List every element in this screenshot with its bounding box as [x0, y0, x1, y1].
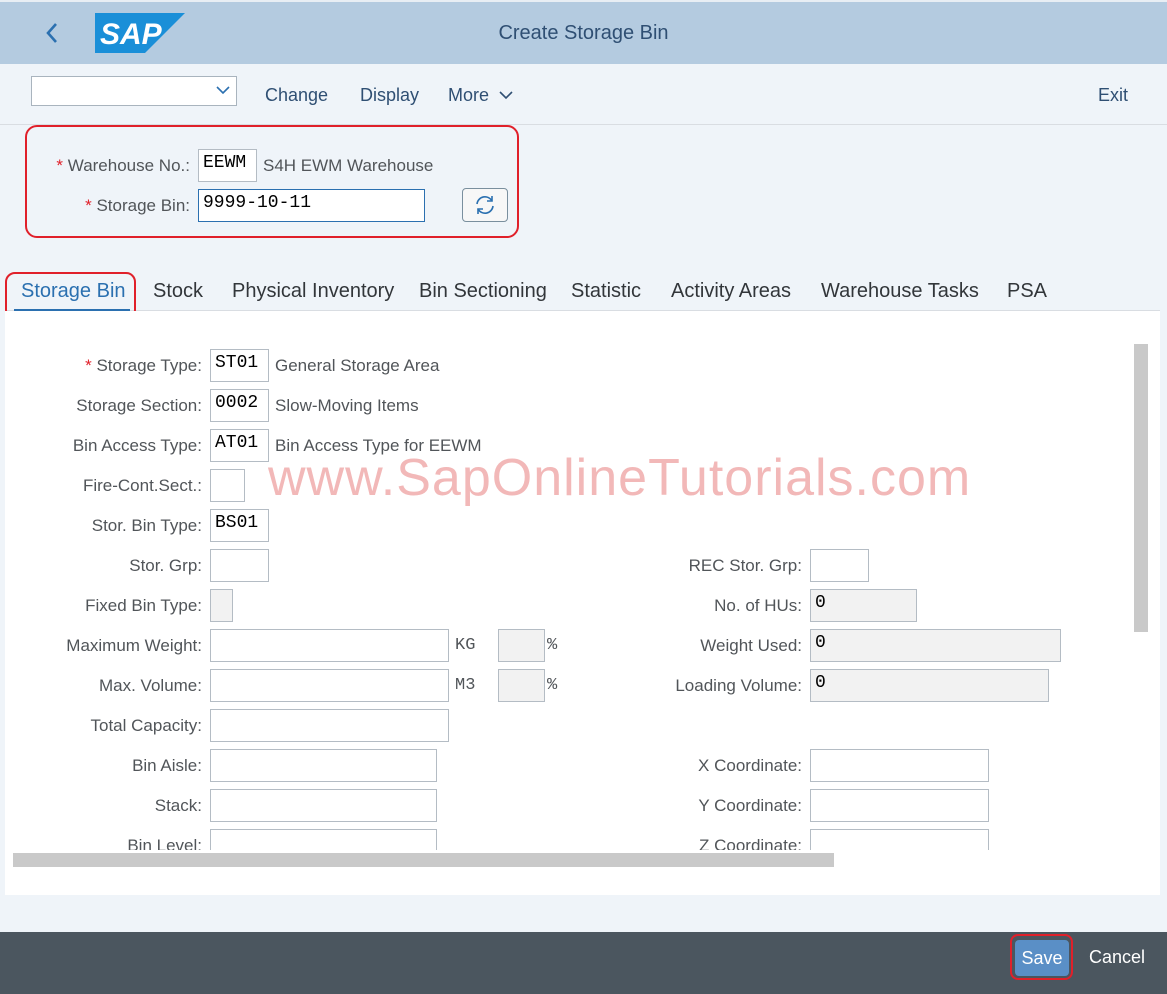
- change-button[interactable]: Change: [265, 85, 328, 106]
- page-title: Create Storage Bin: [498, 22, 669, 44]
- rec-stor-grp-input[interactable]: [810, 549, 869, 582]
- storage-section-label: Storage Section:: [76, 396, 202, 415]
- vertical-scrollbar[interactable]: [1134, 344, 1148, 632]
- rec-stor-grp-label: REC Stor. Grp:: [688, 556, 802, 575]
- bin-access-type-input[interactable]: AT01: [210, 429, 269, 462]
- weight-used-value: 0: [810, 629, 1061, 662]
- bin-aisle-input[interactable]: [210, 749, 437, 782]
- refresh-icon: [476, 196, 494, 214]
- tab-stock[interactable]: Stock: [153, 280, 203, 303]
- x-coordinate-label: X Coordinate:: [698, 756, 802, 775]
- bin-access-type-desc: Bin Access Type for EEWM: [275, 436, 482, 455]
- stor-bin-type-input[interactable]: BS01: [210, 509, 269, 542]
- no-of-hus-value: 0: [810, 589, 917, 622]
- more-button[interactable]: More: [448, 85, 514, 106]
- total-capacity-input[interactable]: [210, 709, 449, 742]
- horizontal-scrollbar[interactable]: [13, 853, 834, 867]
- warehouse-input[interactable]: EEWM: [198, 149, 257, 182]
- max-weight-label: Maximum Weight:: [66, 636, 202, 655]
- stor-grp-input[interactable]: [210, 549, 269, 582]
- storage-type-input[interactable]: ST01: [210, 349, 269, 382]
- max-volume-unit: M3: [455, 676, 476, 695]
- storage-type-label: * Storage Type:: [85, 356, 202, 375]
- app-root: SAP Create Storage Bin Change Display Mo…: [0, 0, 1167, 994]
- no-of-hus-label: No. of HUs:: [714, 596, 802, 615]
- watermark: www.SapOnlineTutorials.com: [268, 449, 972, 507]
- exit-button[interactable]: Exit: [1098, 85, 1128, 106]
- y-coordinate-input[interactable]: [810, 789, 989, 822]
- chevron-down-icon: [499, 91, 513, 100]
- chevron-down-icon: [216, 86, 230, 95]
- storage-bin-input[interactable]: 9999-10-11: [198, 189, 425, 222]
- weight-used-label: Weight Used:: [700, 636, 802, 655]
- loading-volume-label: Loading Volume:: [675, 676, 802, 695]
- y-coordinate-label: Y Coordinate:: [698, 796, 802, 815]
- tab-activity-areas[interactable]: Activity Areas: [671, 280, 791, 303]
- storage-type-desc: General Storage Area: [275, 356, 440, 375]
- x-coordinate-input[interactable]: [810, 749, 989, 782]
- stack-input[interactable]: [210, 789, 437, 822]
- max-weight-percent-sign: %: [547, 636, 558, 655]
- fixed-bin-type-label: Fixed Bin Type:: [85, 596, 202, 615]
- cancel-button[interactable]: Cancel: [1089, 947, 1145, 968]
- bin-access-type-label: Bin Access Type:: [72, 436, 202, 455]
- fixed-bin-type-checkbox[interactable]: [210, 589, 233, 622]
- max-volume-percent-sign: %: [547, 676, 558, 695]
- max-volume-label: Max. Volume:: [99, 676, 202, 695]
- max-weight-input[interactable]: [210, 629, 449, 662]
- storage-bin-label: * Storage Bin:: [85, 196, 190, 215]
- bin-aisle-label: Bin Aisle:: [132, 756, 202, 775]
- max-weight-unit: KG: [455, 636, 476, 655]
- fire-cont-sect-input[interactable]: [210, 469, 245, 502]
- warehouse-desc: S4H EWM Warehouse: [263, 156, 434, 175]
- stor-grp-label: Stor. Grp:: [129, 556, 202, 575]
- display-button[interactable]: Display: [360, 85, 419, 106]
- tab-physical-inventory[interactable]: Physical Inventory: [232, 280, 394, 303]
- total-capacity-label: Total Capacity:: [90, 716, 203, 735]
- tab-bin-sectioning[interactable]: Bin Sectioning: [419, 280, 547, 303]
- tab-statistic[interactable]: Statistic: [571, 280, 641, 303]
- tab-psa[interactable]: PSA: [1007, 280, 1047, 303]
- more-label: More: [448, 85, 490, 105]
- max-volume-input[interactable]: [210, 669, 449, 702]
- storage-section-desc: Slow-Moving Items: [275, 396, 419, 415]
- save-button[interactable]: Save: [1015, 940, 1069, 976]
- tab-warehouse-tasks[interactable]: Warehouse Tasks: [821, 280, 979, 303]
- refresh-button[interactable]: [462, 188, 508, 222]
- loading-volume-value: 0: [810, 669, 1049, 702]
- warehouse-label: * Warehouse No.:: [56, 156, 190, 175]
- fire-cont-sect-label: Fire-Cont.Sect.:: [82, 476, 202, 495]
- max-volume-percent-input: [498, 669, 545, 702]
- variant-select[interactable]: [31, 76, 237, 106]
- footer-bar: [0, 932, 1167, 994]
- stor-bin-type-label: Stor. Bin Type:: [91, 516, 202, 535]
- stack-label: Stack:: [154, 796, 202, 815]
- max-weight-percent-input: [498, 629, 545, 662]
- storage-section-input[interactable]: 0002: [210, 389, 269, 422]
